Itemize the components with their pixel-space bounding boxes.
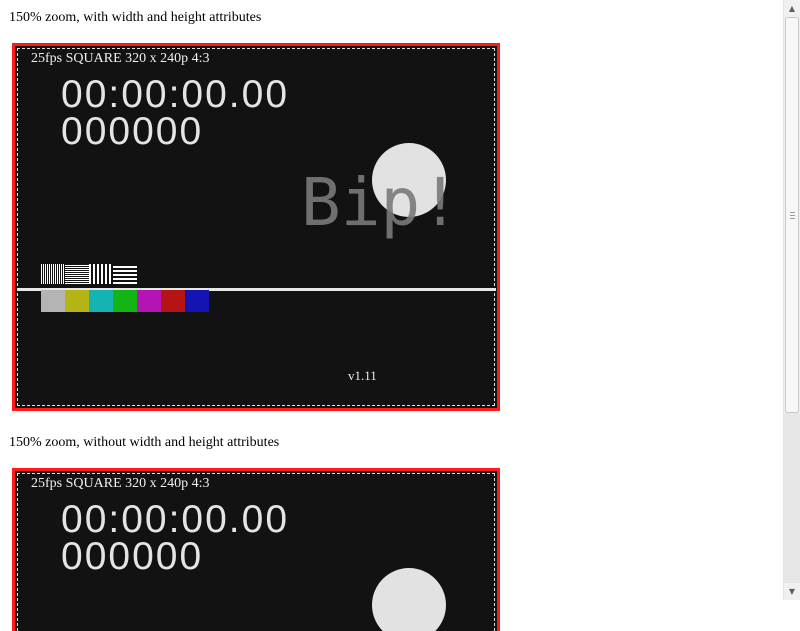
color-bar-yellow (65, 290, 89, 312)
scrollbar-thumb[interactable] (785, 17, 799, 413)
video-version-label: v1.11 (348, 368, 377, 383)
color-bar-cyan (89, 290, 113, 312)
test-pattern-horizontal-fine (65, 264, 89, 284)
caption-without-attributes: 150% zoom, without width and height attr… (9, 435, 280, 450)
test-pattern-vertical-coarse (89, 264, 113, 284)
video-frame-counter: 000000 (61, 110, 204, 153)
test-pattern-horizontal-coarse (113, 264, 137, 284)
color-bar-blue (185, 290, 209, 312)
color-bar-grey (41, 290, 65, 312)
scroll-down-icon[interactable]: ▼ (784, 583, 800, 600)
video-player-without-attributes[interactable]: 25fps SQUARE 320 x 240p 4:3 00:00:00.00 … (12, 468, 500, 631)
video-format-info: 25fps SQUARE 320 x 240p 4:3 (31, 476, 210, 491)
color-bar-green (113, 290, 137, 312)
video-timecode: 00:00:00.00 (61, 498, 290, 541)
color-bar-magenta (137, 290, 161, 312)
caption-with-attributes: 150% zoom, with width and height attribu… (9, 10, 262, 25)
color-bar-red (161, 290, 185, 312)
grip-lines-icon (790, 212, 795, 219)
vertical-scrollbar[interactable]: ▲ ▼ (783, 0, 800, 600)
color-bars (41, 290, 209, 312)
video-frame-counter: 000000 (61, 535, 204, 578)
video-player-with-attributes[interactable]: 25fps SQUARE 320 x 240p 4:3 00:00:00.00 … (12, 43, 500, 411)
video-format-info: 25fps SQUARE 320 x 240p 4:3 (31, 51, 210, 66)
scroll-up-icon[interactable]: ▲ (784, 0, 800, 17)
video-bip-text: Bip! (301, 164, 460, 241)
test-pattern-vertical-fine (41, 264, 65, 284)
scrollbar-track[interactable] (784, 413, 800, 583)
video-timecode: 00:00:00.00 (61, 73, 290, 116)
